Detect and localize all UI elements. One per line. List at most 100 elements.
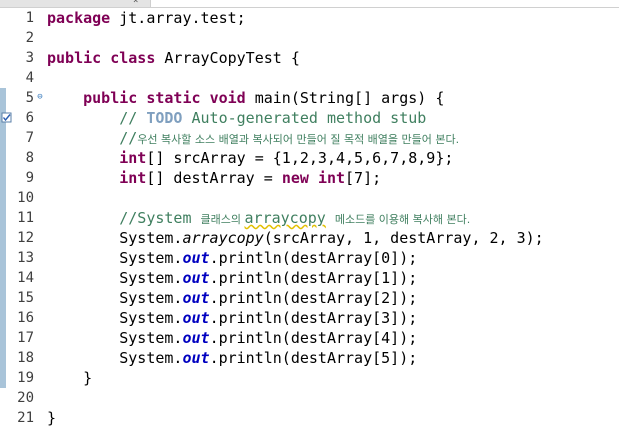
code-token: jt.array.test; xyxy=(110,9,246,27)
code-token: .println(destArray[2]); xyxy=(209,289,418,307)
code-token: [7]; xyxy=(345,169,382,187)
line-number: 8 xyxy=(25,150,34,166)
line-number: 10 xyxy=(17,190,34,206)
code-token: int xyxy=(119,169,147,187)
code-token: 클래스의 xyxy=(200,213,245,226)
code-line[interactable]: 12 System.arraycopy(srcArray, 1, destArr… xyxy=(0,228,619,248)
code-token: 메소드를 이용해 복사해 본다. xyxy=(334,213,471,226)
code-editor[interactable]: 1 package jt.array.test; 2 3 public class Ar… xyxy=(0,8,619,429)
code-line[interactable]: 20 xyxy=(0,388,619,408)
code-token: System. xyxy=(47,309,183,327)
code-token: arraycopy xyxy=(182,229,264,247)
code-token: out xyxy=(182,269,210,287)
line-number: 9 xyxy=(25,170,34,186)
code-text: System.arraycopy(srcArray, 1, destArray,… xyxy=(47,228,544,248)
code-token: .println(destArray[4]); xyxy=(209,329,418,347)
code-line[interactable]: 17 System.out.println(destArray[4]); xyxy=(0,328,619,348)
line-number: 3 xyxy=(25,50,34,66)
code-text: public class ArrayCopyTest { xyxy=(47,48,300,68)
code-text: int[] srcArray = {1,2,3,4,5,6,7,8,9}; xyxy=(47,148,453,168)
line-number: 12 xyxy=(17,230,34,246)
code-line[interactable]: 6 // TODO Auto-generated method stub xyxy=(0,108,619,128)
code-token: .println(destArray[0]); xyxy=(209,249,418,267)
code-line[interactable]: 19 } xyxy=(0,368,619,388)
code-token: 우선 복사할 소스 배열과 복사되어 만들어 질 목적 배열을 만들어 본다. xyxy=(137,133,460,146)
code-line[interactable]: 7 //우선 복사할 소스 배열과 복사되어 만들어 질 목적 배열을 만들어 … xyxy=(0,128,619,148)
code-token: new xyxy=(281,169,309,187)
editor-tab-bar: × xyxy=(0,0,619,8)
line-number: 16 xyxy=(17,310,34,326)
code-token: System. xyxy=(47,329,183,347)
code-token: System. xyxy=(47,349,183,367)
code-token: .println(destArray[1]); xyxy=(209,269,418,287)
line-number: 13 xyxy=(17,250,34,266)
code-token: .println(destArray[5]); xyxy=(209,349,418,367)
code-text: System.out.println(destArray[4]); xyxy=(47,328,417,348)
close-icon[interactable]: × xyxy=(133,0,138,6)
code-token: Auto-generated method stub xyxy=(182,109,427,127)
code-token: // xyxy=(119,109,147,127)
code-text: System.out.println(destArray[2]); xyxy=(47,288,417,308)
code-line[interactable]: 16 System.out.println(destArray[3]); xyxy=(0,308,619,328)
code-line[interactable]: 14 System.out.println(destArray[1]); xyxy=(0,268,619,288)
code-token: out xyxy=(182,309,210,327)
line-number: 21 xyxy=(17,410,34,426)
code-line[interactable]: 1 package jt.array.test; xyxy=(0,8,619,28)
line-number: 15 xyxy=(17,290,34,306)
line-number: 19 xyxy=(17,370,34,386)
code-token: ArrayCopyTest { xyxy=(155,49,300,67)
code-token: out xyxy=(182,329,210,347)
code-token: // xyxy=(119,129,138,147)
code-token: out xyxy=(182,349,210,367)
code-token: System. xyxy=(47,269,183,287)
code-text: System.out.println(destArray[3]); xyxy=(47,308,417,328)
code-token: void xyxy=(209,89,246,107)
line-number: 18 xyxy=(17,350,34,366)
code-text: //우선 복사할 소스 배열과 복사되어 만들어 질 목적 배열을 만들어 본다… xyxy=(47,128,459,150)
code-text: package jt.array.test; xyxy=(47,8,246,28)
code-token: [] srcArray = {1,2,3,4,5,6,7,8,9}; xyxy=(146,149,454,167)
code-text: System.out.println(destArray[1]); xyxy=(47,268,417,288)
line-number: 20 xyxy=(17,390,34,406)
code-token: System. xyxy=(47,229,183,247)
fold-collapse-icon[interactable]: ⊖ xyxy=(35,92,45,102)
line-number: 5 xyxy=(25,90,34,106)
editor-tab[interactable]: × xyxy=(0,0,151,7)
code-line[interactable]: 11 //System 클래스의 arraycopy 메소드를 이용해 복사해 … xyxy=(0,208,619,228)
code-line[interactable]: 18 System.out.println(destArray[5]); xyxy=(0,348,619,368)
code-line[interactable]: 2 xyxy=(0,28,619,48)
line-number: 6 xyxy=(25,110,34,126)
code-line[interactable]: 4 xyxy=(0,68,619,88)
code-line[interactable]: 15 System.out.println(destArray[2]); xyxy=(0,288,619,308)
code-line[interactable]: 3 public class ArrayCopyTest { xyxy=(0,48,619,68)
code-line[interactable]: 8 int[] srcArray = {1,2,3,4,5,6,7,8,9}; xyxy=(0,148,619,168)
code-line[interactable]: 10 xyxy=(0,188,619,208)
code-token: System. xyxy=(47,249,183,267)
code-token: //System xyxy=(119,209,201,227)
code-token: [] destArray = xyxy=(146,169,282,187)
line-number: 14 xyxy=(17,270,34,286)
line-number: 2 xyxy=(25,30,34,46)
code-line[interactable]: 13 System.out.println(destArray[0]); xyxy=(0,248,619,268)
code-token: public xyxy=(83,89,138,107)
code-token: out xyxy=(182,289,210,307)
code-token: package xyxy=(47,9,111,27)
line-number: 17 xyxy=(17,330,34,346)
code-line[interactable]: 9 int[] destArray = new int[7]; xyxy=(0,168,619,188)
code-token: int xyxy=(317,169,346,187)
code-line[interactable]: 21} xyxy=(0,408,619,428)
code-token: public xyxy=(47,49,102,67)
code-token: (srcArray, 1, destArray, 2, 3); xyxy=(263,229,544,247)
code-text: System.out.println(destArray[0]); xyxy=(47,248,417,268)
code-text: // TODO Auto-generated method stub xyxy=(47,108,426,128)
code-line[interactable]: 5 ⊖ public static void main(String[] args… xyxy=(0,88,619,108)
code-token: main(String[] args) { xyxy=(245,89,445,107)
code-text: //System 클래스의 arraycopy 메소드를 이용해 복사해 본다. xyxy=(47,208,470,230)
code-token: class xyxy=(110,49,156,67)
